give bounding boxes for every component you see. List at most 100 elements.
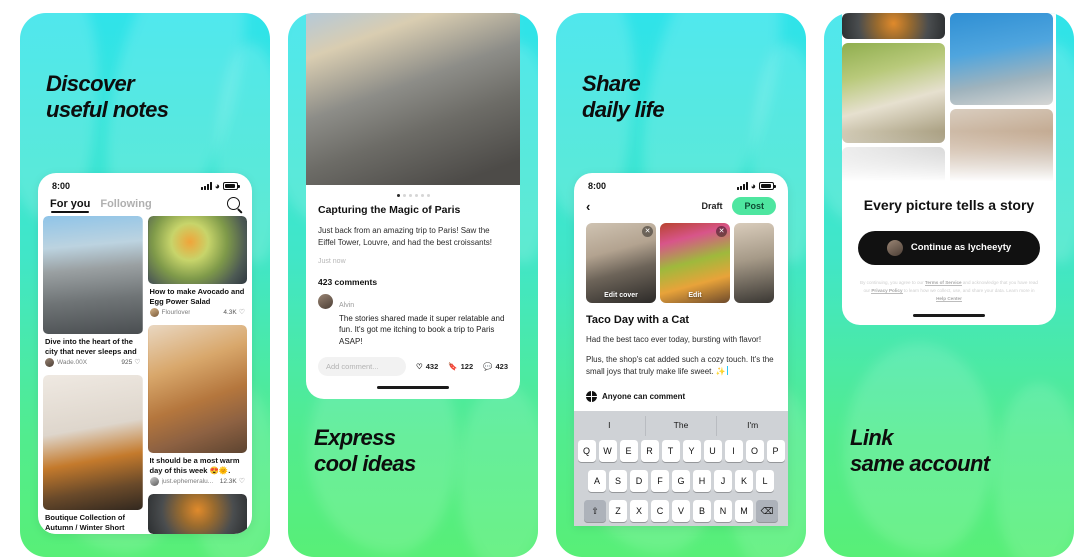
composer-paragraph-1[interactable]: Had the best taco ever today, bursting w… <box>574 326 788 346</box>
key-k[interactable]: K <box>735 470 753 492</box>
key-i[interactable]: I <box>724 440 743 462</box>
prediction-3[interactable]: I'm <box>717 416 788 436</box>
photo-thumb[interactable] <box>842 43 945 143</box>
tab-for-you[interactable]: For you <box>50 198 90 213</box>
feed-card[interactable]: Dive into the heart of the city that nev… <box>43 216 143 370</box>
heart-icon[interactable]: ♡ <box>134 358 140 366</box>
carousel-dots[interactable] <box>318 193 508 204</box>
key-m[interactable]: M <box>735 500 753 522</box>
key-w[interactable]: W <box>598 440 617 462</box>
edit-cover-label[interactable]: Edit cover <box>586 292 656 299</box>
prediction-1[interactable]: I <box>574 416 646 436</box>
feed-card-image[interactable] <box>147 216 247 284</box>
key-n[interactable]: N <box>714 500 732 522</box>
key-t[interactable]: T <box>661 440 680 462</box>
terms-of-service-link[interactable]: Terms of Service <box>924 279 962 286</box>
feed-card-image[interactable] <box>147 324 247 453</box>
feed-card-likes[interactable]: 4.3K ♡ <box>223 308 245 317</box>
chevron-left-icon[interactable]: ‹ <box>586 200 590 213</box>
feed-card-image[interactable] <box>43 374 143 510</box>
feed-card-user[interactable]: just.ephemeralu... <box>162 478 214 485</box>
key-b[interactable]: B <box>693 500 711 522</box>
comment-action[interactable]: 💬 423 <box>483 362 508 371</box>
feed-card-user[interactable]: Wade.00X <box>57 359 87 366</box>
key-h[interactable]: H <box>693 470 711 492</box>
feed-card[interactable] <box>147 493 247 534</box>
keyboard-row-2[interactable]: A S D F G H J K L <box>574 466 788 496</box>
key-r[interactable]: R <box>640 440 659 462</box>
post-button[interactable]: Post <box>732 197 776 215</box>
panel-express: Capturing the Magic of Paris Just back f… <box>288 13 538 557</box>
article-action-bar: Add comment... ♡ 432 🔖 122 💬 423 <box>318 357 508 377</box>
photo-thumb[interactable] <box>842 13 945 39</box>
key-v[interactable]: V <box>672 500 690 522</box>
key-s[interactable]: S <box>609 470 627 492</box>
key-c[interactable]: C <box>651 500 669 522</box>
heart-icon[interactable]: ♡ <box>239 477 245 485</box>
avatar <box>149 307 159 317</box>
feed-card[interactable]: Boutique Collection of Autumn / Winter S… <box>43 374 143 534</box>
composer-paragraph-2[interactable]: Plus, the shop's cat added such a cozy t… <box>574 346 788 378</box>
comment-icon: 💬 <box>483 362 493 372</box>
like-action[interactable]: ♡ 432 <box>416 362 438 371</box>
key-o[interactable]: O <box>745 440 764 462</box>
media-thumb[interactable]: ✕ Edit <box>660 223 730 303</box>
key-d[interactable]: D <box>630 470 648 492</box>
photo-grid <box>842 13 1056 201</box>
feed-card-likes[interactable]: 12.3K ♡ <box>220 477 245 486</box>
key-a[interactable]: A <box>588 470 606 492</box>
key-u[interactable]: U <box>703 440 722 462</box>
article-hero-image[interactable] <box>306 13 520 191</box>
feed-card-image[interactable] <box>43 216 143 334</box>
edit-label[interactable]: Edit <box>660 292 730 299</box>
prediction-2[interactable]: The <box>646 416 718 436</box>
phone-mock-composer: 8:00 ◕ ‹ Draft Post ✕ Edit cover ✕ Edit … <box>574 173 788 526</box>
privacy-policy-link[interactable]: Privacy Policy <box>871 287 903 294</box>
close-icon[interactable]: ✕ <box>716 226 727 237</box>
search-icon[interactable] <box>227 197 240 210</box>
bookmark-action[interactable]: 🔖 122 <box>448 362 473 371</box>
like-count: 925 <box>121 358 133 366</box>
composer-title[interactable]: Taco Day with a Cat <box>574 303 788 326</box>
keyboard-row-3[interactable]: ⇧ Z X C V B N M ⌫ <box>574 496 788 526</box>
feed-tabs[interactable]: For you Following <box>38 195 252 216</box>
help-center-link[interactable]: Help Center <box>936 296 962 303</box>
legal-text: By continuing, you agree to our Terms of… <box>858 279 1040 304</box>
key-z[interactable]: Z <box>609 500 627 522</box>
media-thumb[interactable]: ✕ Edit cover <box>586 223 656 303</box>
heart-icon[interactable]: ♡ <box>239 308 245 316</box>
feed-card-meta: Wade.00X 925 ♡ <box>43 357 143 370</box>
add-comment-input[interactable]: Add comment... <box>318 357 407 377</box>
close-icon[interactable]: ✕ <box>642 226 653 237</box>
feed-card[interactable]: How to make Avocado and Egg Power Salad … <box>147 216 248 320</box>
comment-user[interactable]: Alvin <box>339 302 354 309</box>
key-shift[interactable]: ⇧ <box>584 500 606 522</box>
avatar[interactable] <box>318 293 333 309</box>
media-thumb[interactable] <box>734 223 774 303</box>
key-e[interactable]: E <box>619 440 638 462</box>
key-y[interactable]: Y <box>682 440 701 462</box>
key-l[interactable]: L <box>756 470 774 492</box>
photo-thumb[interactable] <box>950 13 1053 105</box>
keyboard-row-1[interactable]: Q W E R T Y U I O P <box>574 436 788 466</box>
comment-permission-row[interactable]: Anyone can comment <box>574 378 788 411</box>
key-j[interactable]: J <box>714 470 732 492</box>
feed-card-image[interactable] <box>147 493 247 534</box>
feed-card-meta: Flourlover 4.3K ♡ <box>148 307 248 320</box>
tab-following[interactable]: Following <box>100 198 151 210</box>
media-thumb-row[interactable]: ✕ Edit cover ✕ Edit <box>574 223 788 303</box>
key-q[interactable]: Q <box>577 440 596 462</box>
on-screen-keyboard[interactable]: I The I'm Q W E R T Y U I O P A S D F G … <box>574 411 788 526</box>
feed-card-likes[interactable]: 925 ♡ <box>121 358 140 367</box>
draft-button[interactable]: Draft <box>701 201 722 211</box>
feed-card[interactable]: It should be a most warm day of this wee… <box>147 324 247 489</box>
key-f[interactable]: F <box>651 470 669 492</box>
prediction-bar[interactable]: I The I'm <box>574 416 788 436</box>
key-x[interactable]: X <box>630 500 648 522</box>
feed-card-user[interactable]: Flourlover <box>162 309 191 316</box>
key-p[interactable]: P <box>766 440 785 462</box>
key-g[interactable]: G <box>672 470 690 492</box>
key-backspace[interactable]: ⌫ <box>756 500 778 522</box>
continue-as-button[interactable]: Continue as lycheeyty <box>858 230 1040 265</box>
bookmark-icon: 🔖 <box>448 362 458 372</box>
